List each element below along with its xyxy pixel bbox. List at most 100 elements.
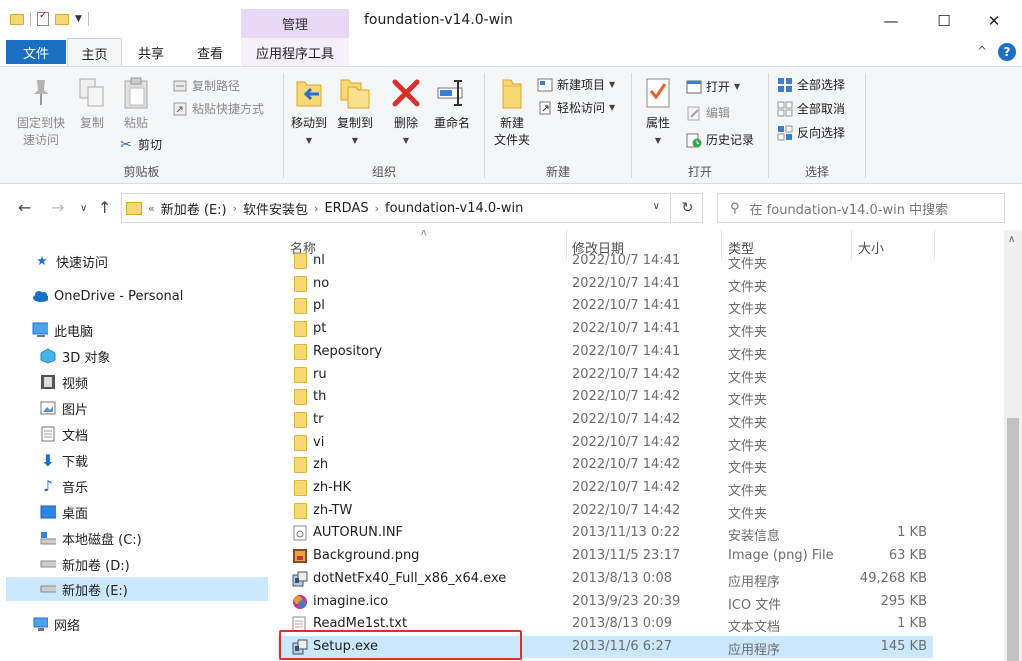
paste-button[interactable]: 粘贴 bbox=[118, 75, 154, 132]
nav-videos[interactable]: 视频 bbox=[40, 370, 88, 394]
file-row[interactable]: dotNetFx40_Full_x86_x64.exe 2013/8/13 0:0… bbox=[278, 568, 933, 590]
properties-button[interactable]: 属性 ▼ bbox=[640, 75, 676, 149]
copy-button[interactable]: 复制 bbox=[74, 75, 110, 132]
file-row[interactable]: vi 2022/10/7 14:42 文件夹 bbox=[278, 432, 933, 454]
file-row[interactable]: zh-TW 2022/10/7 14:42 文件夹 bbox=[278, 500, 933, 522]
new-folder-button[interactable]: 新建 文件夹 bbox=[489, 75, 535, 149]
refresh-icon: ↻ bbox=[681, 200, 694, 216]
nav-music[interactable]: ♪ 音乐 bbox=[40, 474, 88, 498]
nav-pictures[interactable]: 图片 bbox=[40, 396, 88, 420]
file-row[interactable]: AUTORUN.INF 2013/11/13 0:22 安装信息 1 KB bbox=[278, 522, 933, 544]
file-row[interactable]: ReadMe1st.txt 2013/8/13 0:09 文本文档 1 KB bbox=[278, 613, 933, 635]
close-button[interactable]: ✕ bbox=[971, 8, 1017, 34]
select-all-button[interactable]: 全部选择 bbox=[777, 76, 845, 93]
breadcrumb-item[interactable]: foundation-v14.0-win bbox=[385, 201, 523, 216]
delete-button[interactable]: 删除 ▼ bbox=[388, 75, 424, 149]
file-type: 安装信息 bbox=[728, 529, 781, 545]
properties-icon[interactable] bbox=[37, 10, 49, 26]
file-name: dotNetFx40_Full_x86_x64.exe bbox=[313, 570, 507, 586]
file-row[interactable]: zh 2022/10/7 14:42 文件夹 bbox=[278, 454, 933, 476]
back-arrow-icon[interactable]: ← bbox=[18, 198, 31, 217]
customize-toolbar-icon[interactable]: ▼ bbox=[75, 14, 82, 24]
breadcrumb-separator-icon[interactable]: › bbox=[314, 202, 318, 215]
breadcrumb-separator-icon[interactable]: › bbox=[233, 202, 237, 215]
breadcrumb-item[interactable]: 新加卷 (E:) bbox=[161, 199, 227, 218]
file-date: 2022/10/7 14:42 bbox=[572, 457, 681, 473]
tab-home[interactable]: 主页 bbox=[67, 38, 122, 67]
forward-arrow-icon[interactable]: → bbox=[51, 198, 64, 217]
file-row[interactable]: th 2022/10/7 14:42 文件夹 bbox=[278, 386, 933, 408]
collapse-ribbon-icon[interactable]: ^ bbox=[977, 44, 987, 58]
file-row[interactable]: zh-HK 2022/10/7 14:42 文件夹 bbox=[278, 477, 933, 499]
file-row[interactable]: no 2022/10/7 14:41 文件夹 bbox=[278, 273, 933, 295]
file-row[interactable]: Repository 2022/10/7 14:41 文件夹 bbox=[278, 341, 933, 363]
move-to-button[interactable]: 移动到 ▼ bbox=[288, 75, 330, 149]
file-row[interactable]: imagine.ico 2013/9/23 20:39 ICO 文件 295 KB bbox=[278, 591, 933, 613]
easy-access-dropdown-icon: ▼ bbox=[609, 103, 616, 112]
pin-to-quick-access-button[interactable]: 固定到快 速访问 bbox=[12, 75, 70, 149]
scroll-up-icon[interactable]: ∧ bbox=[1008, 234, 1015, 245]
nav-this-pc[interactable]: 此电脑 bbox=[32, 318, 93, 342]
tab-share[interactable]: 共享 bbox=[126, 38, 176, 66]
file-row[interactable]: pl 2022/10/7 14:41 文件夹 bbox=[278, 295, 933, 317]
nav-volume-d[interactable]: 新加卷 (D:) bbox=[40, 552, 130, 576]
up-arrow-icon[interactable]: ↑ bbox=[98, 198, 111, 217]
open-button[interactable]: 打开 ▼ bbox=[686, 78, 740, 95]
nav-documents[interactable]: 文档 bbox=[40, 422, 88, 446]
breadcrumb-separator-icon[interactable]: › bbox=[375, 202, 379, 215]
computer-icon bbox=[32, 322, 48, 338]
scrollbar-thumb[interactable] bbox=[1007, 418, 1019, 661]
edit-button[interactable]: 编辑 bbox=[686, 104, 730, 121]
history-button[interactable]: 历史记录 bbox=[686, 131, 754, 148]
file-row[interactable]: ru 2022/10/7 14:42 文件夹 bbox=[278, 364, 933, 386]
file-row[interactable]: Background.png 2013/11/5 23:17 Image (png)… bbox=[278, 545, 933, 567]
new-folder-icon[interactable] bbox=[55, 13, 69, 25]
invert-selection-button[interactable]: 反向选择 bbox=[777, 124, 845, 141]
file-size: 145 KB bbox=[880, 638, 927, 654]
easy-access-button[interactable]: 轻松访问 ▼ bbox=[537, 99, 615, 116]
file-name: zh-TW bbox=[313, 502, 353, 518]
paste-shortcut-button[interactable]: 粘贴快捷方式 bbox=[172, 100, 264, 117]
copy-path-button[interactable]: 复制路径 bbox=[172, 77, 240, 94]
tab-application-tools[interactable]: 应用程序工具 bbox=[241, 38, 349, 66]
cut-button[interactable]: ✂ 剪切 bbox=[118, 136, 162, 153]
address-bar[interactable]: « 新加卷 (E:) › 软件安装包 › ERDAS › foundation-… bbox=[121, 193, 671, 223]
nav-network[interactable]: 网络 bbox=[32, 612, 80, 636]
toolbar-divider bbox=[87, 12, 89, 26]
new-item-button[interactable]: 新建项目 ▼ bbox=[537, 76, 615, 93]
recent-locations-icon[interactable]: ∨ bbox=[80, 203, 87, 214]
nav-3d-objects[interactable]: 3D 对象 bbox=[40, 344, 110, 368]
minimize-button[interactable]: — bbox=[868, 8, 914, 34]
properties-label: 属性 bbox=[645, 116, 670, 130]
file-row[interactable]: Setup.exe 2013/11/6 6:27 应用程序 145 KB bbox=[278, 635, 933, 658]
address-dropdown-icon[interactable]: ∨ bbox=[653, 201, 660, 212]
nav-volume-e[interactable]: 新加卷 (E:) bbox=[6, 577, 268, 601]
rename-button[interactable]: 重命名 bbox=[430, 75, 474, 132]
tab-file[interactable]: 文件 bbox=[6, 40, 66, 64]
nav-desktop[interactable]: 桌面 bbox=[40, 500, 88, 524]
file-row[interactable]: pt 2022/10/7 14:41 文件夹 bbox=[278, 318, 933, 340]
nav-onedrive[interactable]: OneDrive - Personal bbox=[32, 284, 183, 308]
vertical-scrollbar[interactable]: ∧ bbox=[1004, 230, 1022, 661]
breadcrumb-overflow-icon[interactable]: « bbox=[148, 202, 155, 215]
maximize-button[interactable]: ☐ bbox=[921, 8, 967, 34]
nav-label: 桌面 bbox=[62, 506, 89, 522]
refresh-button[interactable]: ↻ bbox=[673, 193, 703, 223]
column-divider[interactable] bbox=[934, 230, 935, 260]
nav-quick-access[interactable]: ★ 快速访问 bbox=[34, 249, 108, 273]
breadcrumb-item[interactable]: 软件安装包 bbox=[243, 199, 308, 218]
copy-to-button[interactable]: 复制到 ▼ bbox=[334, 75, 376, 149]
file-row[interactable]: nl 2022/10/7 14:41 文件夹 bbox=[278, 250, 933, 272]
search-input[interactable]: ⚲ 在 foundation-v14.0-win 中搜索 bbox=[717, 193, 1005, 223]
system-drive-icon bbox=[40, 530, 56, 546]
folder-icon[interactable] bbox=[10, 13, 24, 25]
file-row[interactable]: tr 2022/10/7 14:42 文件夹 bbox=[278, 409, 933, 431]
file-type: 文件夹 bbox=[728, 484, 768, 499]
nav-local-disk-c[interactable]: 本地磁盘 (C:) bbox=[40, 526, 142, 550]
tab-view[interactable]: 查看 bbox=[186, 38, 234, 66]
breadcrumb-item[interactable]: ERDAS bbox=[324, 201, 368, 216]
select-none-button[interactable]: 全部取消 bbox=[777, 100, 845, 117]
nav-downloads[interactable]: ⬇ 下载 bbox=[40, 448, 88, 472]
help-icon[interactable]: ? bbox=[998, 43, 1016, 61]
tab-manage[interactable]: 管理 bbox=[241, 9, 349, 38]
